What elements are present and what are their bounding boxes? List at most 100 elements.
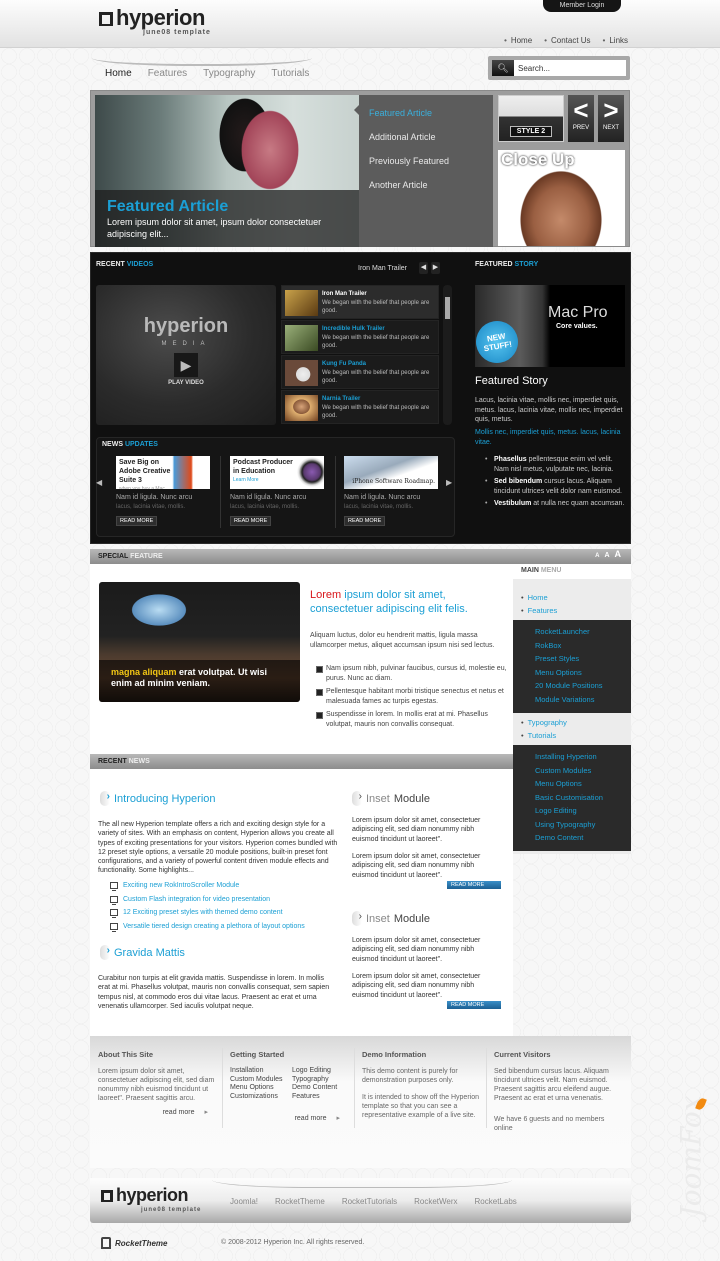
- submenu-item[interactable]: Installing Hyperion: [535, 750, 631, 764]
- submenu-item[interactable]: Logo Editing: [535, 804, 631, 818]
- link[interactable]: Features: [292, 1093, 352, 1102]
- title-highlight: Lorem: [310, 589, 342, 601]
- font-size-large-button[interactable]: A: [615, 549, 622, 559]
- highlight-link[interactable]: Custom Flash integration for video prese…: [123, 893, 270, 907]
- nav-tab-features[interactable]: Features: [140, 62, 195, 85]
- featured-story-link[interactable]: Mollis nec, imperdiet quis, metus. lacus…: [475, 428, 625, 447]
- list-item-bold: Phasellus: [494, 456, 527, 463]
- highlight-item[interactable]: Versatile tiered design creating a pleth…: [110, 920, 305, 934]
- link[interactable]: Customizations: [230, 1093, 292, 1102]
- article-item-another[interactable]: Another Article: [369, 179, 483, 191]
- footer-link-rockettutorials[interactable]: RocketTutorials: [342, 1197, 397, 1206]
- read-more-button[interactable]: READ MORE: [116, 516, 158, 526]
- read-more-link[interactable]: read more ▸: [230, 1114, 348, 1122]
- footer-link-rockettheme[interactable]: RocketTheme: [275, 1197, 325, 1206]
- menu-item-features[interactable]: • Features: [521, 604, 557, 617]
- news-image[interactable]: iPhone Software Roadmap.: [344, 456, 438, 489]
- video-item[interactable]: Narnia Trailer We began with the belief t…: [281, 390, 439, 424]
- read-more-button[interactable]: READ MORE: [447, 881, 501, 889]
- highlight-link[interactable]: Exciting new RokIntroScroller Module: [123, 879, 239, 893]
- menu-item-tutorials[interactable]: • Tutorials: [521, 729, 556, 742]
- rockettheme-logo[interactable]: RocketTheme: [101, 1237, 167, 1249]
- link[interactable]: Menu Options: [230, 1084, 292, 1093]
- top-link-label[interactable]: Home: [511, 36, 532, 45]
- link[interactable]: Installation: [230, 1067, 292, 1076]
- submenu-item[interactable]: Module Variations: [535, 693, 631, 707]
- search-button[interactable]: 🔍︎: [492, 60, 514, 76]
- read-more-link[interactable]: read more ▸: [98, 1108, 216, 1116]
- article-item-featured[interactable]: Featured Article: [369, 107, 483, 119]
- news-prev-button[interactable]: ◀: [96, 478, 102, 487]
- submenu-item[interactable]: Menu Options: [535, 666, 631, 680]
- link[interactable]: Demo Content: [292, 1084, 352, 1093]
- menu-item-typography[interactable]: • Typography: [521, 716, 567, 729]
- prev-button[interactable]: < PREV: [568, 95, 594, 142]
- video-thumbnail: [285, 325, 318, 351]
- read-more-button[interactable]: READ MORE: [230, 516, 272, 526]
- play-icon[interactable]: ▶: [174, 353, 198, 377]
- article-title[interactable]: › Gravida Mattis: [100, 945, 185, 960]
- menu-item-home[interactable]: • Home: [521, 591, 548, 604]
- featured-caption-title[interactable]: Featured Article: [107, 198, 347, 216]
- submenu-item[interactable]: Demo Content: [535, 831, 631, 845]
- nav-tab-tutorials[interactable]: Tutorials: [263, 62, 317, 85]
- scrollbar-thumb[interactable]: [445, 297, 450, 319]
- nav-tab-typography[interactable]: Typography: [195, 62, 263, 85]
- video-next-button[interactable]: ▶: [431, 262, 440, 274]
- submenu-item[interactable]: Preset Styles: [535, 652, 631, 666]
- video-item[interactable]: Iron Man Trailer We began with the belief…: [281, 285, 439, 319]
- top-link-label[interactable]: Links: [609, 36, 628, 45]
- highlight-link[interactable]: 12 Exciting preset styles with themed de…: [123, 906, 283, 920]
- top-link-contact[interactable]: • Contact Us: [544, 36, 590, 45]
- submenu-item[interactable]: 20 Module Positions: [535, 679, 631, 693]
- search-input[interactable]: [514, 60, 624, 76]
- top-link-home[interactable]: • Home: [504, 36, 532, 45]
- footer-logo[interactable]: hyperion june08 template: [101, 1184, 201, 1214]
- link[interactable]: Logo Editing: [292, 1067, 352, 1076]
- highlight-item[interactable]: Exciting new RokIntroScroller Module: [110, 879, 305, 893]
- footer-link-rocketwerx[interactable]: RocketWerx: [414, 1197, 457, 1206]
- top-link-label[interactable]: Contact Us: [551, 36, 591, 45]
- news-image[interactable]: Save Big on Adobe Creative Suite 3 when y…: [116, 456, 210, 489]
- heading-accent: FEATURE: [130, 553, 163, 560]
- special-feature-paragraph: Aliquam luctus, dolor eu hendrerit matti…: [310, 632, 495, 649]
- submenu-item[interactable]: RocketLauncher: [535, 625, 631, 639]
- video-item[interactable]: Incredible Hulk Trailer We began with the…: [281, 320, 439, 354]
- highlight-item[interactable]: Custom Flash integration for video prese…: [110, 893, 305, 907]
- heading-part: MAIN: [521, 567, 539, 574]
- site-logo[interactable]: hyperion june08 template: [99, 7, 211, 37]
- submenu-item[interactable]: RokBox: [535, 639, 631, 653]
- submenu-item[interactable]: Menu Options: [535, 777, 631, 791]
- video-title[interactable]: Iron Man Trailer: [322, 290, 435, 299]
- footer-link-joomla[interactable]: Joomla!: [230, 1197, 258, 1206]
- read-more-button[interactable]: READ MORE: [447, 1001, 501, 1009]
- article-item-additional[interactable]: Additional Article: [369, 131, 483, 143]
- article-item-previous[interactable]: Previously Featured: [369, 155, 483, 167]
- next-button[interactable]: > NEXT: [598, 95, 624, 142]
- article-title[interactable]: › Introducing Hyperion: [100, 791, 216, 806]
- footer-link-rocketlabs[interactable]: RocketLabs: [475, 1197, 517, 1206]
- font-size-small-button[interactable]: A: [595, 553, 599, 559]
- nav-tab-home[interactable]: Home: [97, 62, 140, 85]
- news-image[interactable]: Podcast Producer in Education Learn More: [230, 456, 324, 489]
- visitors-module: Current Visitors Sed bibendum cursus lac…: [494, 1050, 612, 1133]
- video-title[interactable]: Incredible Hulk Trailer: [322, 325, 435, 334]
- video-title[interactable]: Narnia Trailer: [322, 395, 435, 404]
- submenu-item[interactable]: Custom Modules: [535, 764, 631, 778]
- highlight-item[interactable]: 12 Exciting preset styles with themed de…: [110, 906, 305, 920]
- link[interactable]: Custom Modules: [230, 1076, 292, 1085]
- submenu-item[interactable]: Using Typography: [535, 818, 631, 832]
- font-size-medium-button[interactable]: A: [604, 552, 609, 559]
- news-next-button[interactable]: ▶: [446, 478, 452, 487]
- highlight-link[interactable]: Versatile tiered design creating a pleth…: [123, 920, 305, 934]
- video-item[interactable]: Kung Fu Panda We began with the belief th…: [281, 355, 439, 389]
- video-player[interactable]: hyperion MEDIA ▶ PLAY VIDEO: [96, 285, 276, 425]
- read-more-button[interactable]: READ MORE: [344, 516, 386, 526]
- top-link-links[interactable]: • Links: [603, 36, 629, 45]
- link[interactable]: Typography: [292, 1076, 352, 1085]
- play-video-label[interactable]: PLAY VIDEO: [96, 380, 276, 386]
- member-login-button[interactable]: Member Login: [543, 0, 621, 12]
- video-prev-button[interactable]: ◀: [419, 262, 428, 274]
- submenu-item[interactable]: Basic Customisation: [535, 791, 631, 805]
- video-title[interactable]: Kung Fu Panda: [322, 360, 435, 369]
